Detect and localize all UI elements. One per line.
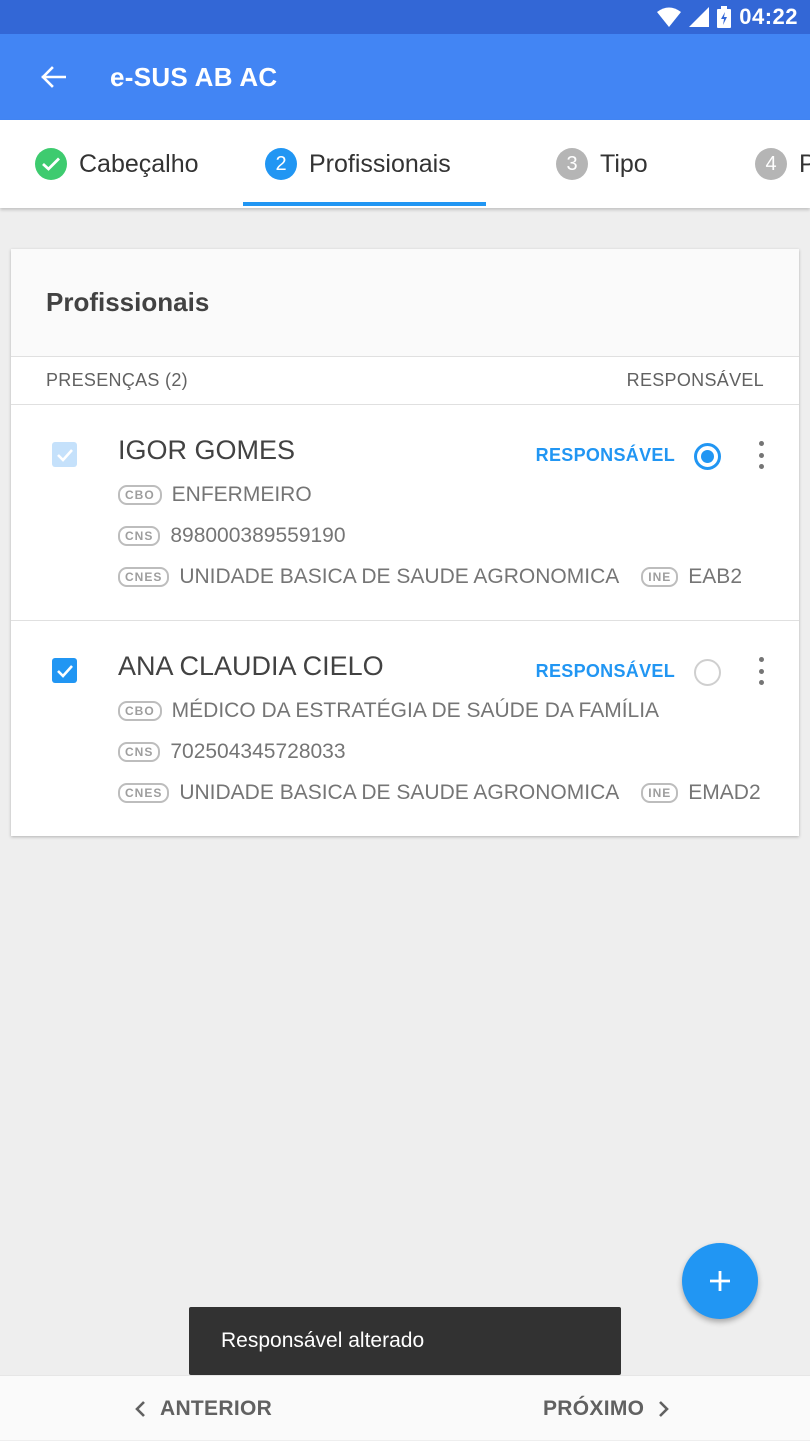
responsavel-label[interactable]: RESPONSÁVEL bbox=[536, 661, 675, 682]
check-circle-icon bbox=[35, 148, 67, 180]
add-professional-button[interactable] bbox=[682, 1243, 758, 1319]
chevron-left-icon bbox=[135, 1400, 145, 1417]
cns-value: 702504345728033 bbox=[170, 740, 346, 763]
status-bar: 04:22 bbox=[0, 0, 810, 34]
battery-charging-icon bbox=[717, 6, 732, 28]
cbo-tag: CBO bbox=[118, 701, 162, 721]
next-button[interactable]: PRÓXIMO bbox=[543, 1376, 670, 1441]
cnes-line: CNES UNIDADE BASICA DE SAUDE AGRONOMICA … bbox=[118, 565, 742, 589]
bottom-navigation: ANTERIOR PRÓXIMO bbox=[0, 1375, 810, 1440]
card-title: Profissionais bbox=[11, 249, 799, 357]
app-bar: e-SUS AB AC bbox=[0, 34, 810, 120]
cns-tag: CNS bbox=[118, 526, 161, 546]
cbo-line: CBO MÉDICO DA ESTRATÉGIA DE SAÚDE DA FAM… bbox=[118, 699, 659, 723]
back-button[interactable] bbox=[0, 34, 110, 120]
more-vert-icon[interactable] bbox=[757, 657, 765, 685]
step-4[interactable]: 4 P bbox=[755, 120, 810, 208]
check-icon bbox=[56, 664, 73, 678]
cnes-tag: CNES bbox=[118, 783, 170, 803]
active-step-indicator bbox=[243, 202, 486, 206]
chevron-right-icon bbox=[659, 1400, 670, 1417]
cbo-tag: CBO bbox=[118, 485, 162, 505]
ine-tag: INE bbox=[641, 567, 679, 587]
professional-name: ANA CLAUDIA CIELO bbox=[118, 651, 384, 681]
snackbar-message: Responsável alterado bbox=[221, 1329, 425, 1352]
cbo-line: CBO ENFERMEIRO bbox=[118, 483, 312, 507]
cns-value: 898000389559190 bbox=[170, 524, 346, 547]
column-header: PRESENÇAS (2) RESPONSÁVEL bbox=[11, 357, 799, 405]
cns-line: CNS 898000389559190 bbox=[118, 524, 346, 548]
cbo-value: MÉDICO DA ESTRATÉGIA DE SAÚDE DA FAMÍLIA bbox=[171, 699, 660, 722]
responsavel-radio[interactable] bbox=[694, 659, 721, 686]
cns-tag: CNS bbox=[118, 742, 161, 762]
step-label: Cabeçalho bbox=[79, 149, 199, 178]
profissionais-card: Profissionais PRESENÇAS (2) RESPONSÁVEL … bbox=[11, 249, 799, 836]
cnes-value: UNIDADE BASICA DE SAUDE AGRONOMICA bbox=[179, 781, 620, 804]
cns-line: CNS 702504345728033 bbox=[118, 740, 346, 764]
previous-button[interactable]: ANTERIOR bbox=[134, 1376, 272, 1441]
professional-row: IGOR GOMES RESPONSÁVEL CBO ENFERMEIRO CN… bbox=[11, 405, 799, 620]
cnes-line: CNES UNIDADE BASICA DE SAUDE AGRONOMICA … bbox=[118, 781, 761, 805]
cnes-value: UNIDADE BASICA DE SAUDE AGRONOMICA bbox=[179, 565, 620, 588]
step-number: 3 bbox=[556, 148, 588, 180]
step-cabecalho[interactable]: Cabeçalho bbox=[35, 120, 199, 208]
responsavel-radio[interactable] bbox=[694, 443, 721, 470]
step-label: Tipo bbox=[600, 149, 648, 178]
check-icon bbox=[56, 448, 73, 462]
professional-row: ANA CLAUDIA CIELO RESPONSÁVEL CBO MÉDICO… bbox=[11, 620, 799, 835]
app-title: e-SUS AB AC bbox=[110, 61, 278, 92]
step-tipo[interactable]: 3 Tipo bbox=[556, 120, 648, 208]
presencas-label: PRESENÇAS (2) bbox=[46, 370, 188, 390]
cnes-tag: CNES bbox=[118, 567, 170, 587]
ine-value: EAB2 bbox=[688, 565, 742, 588]
presence-checkbox[interactable] bbox=[52, 658, 77, 683]
previous-label: ANTERIOR bbox=[160, 1396, 273, 1420]
cbo-value: ENFERMEIRO bbox=[171, 483, 312, 506]
presence-checkbox[interactable] bbox=[52, 442, 77, 467]
arrow-back-icon bbox=[41, 66, 66, 88]
step-number: 2 bbox=[265, 148, 297, 180]
responsavel-label[interactable]: RESPONSÁVEL bbox=[536, 445, 675, 466]
plus-icon bbox=[710, 1271, 730, 1291]
stepper: Cabeçalho 2 Profissionais 3 Tipo 4 P bbox=[0, 120, 810, 208]
snackbar: Responsável alterado bbox=[189, 1307, 621, 1375]
more-vert-icon[interactable] bbox=[757, 441, 765, 469]
step-label: Profissionais bbox=[309, 149, 451, 178]
professional-name: IGOR GOMES bbox=[118, 435, 296, 465]
signal-icon bbox=[689, 7, 710, 27]
status-time: 04:22 bbox=[739, 4, 798, 29]
step-profissionais[interactable]: 2 Profissionais bbox=[265, 120, 451, 208]
ine-value: EMAD2 bbox=[688, 781, 761, 804]
step-label: P bbox=[799, 149, 810, 178]
responsavel-header: RESPONSÁVEL bbox=[626, 370, 764, 390]
ine-tag: INE bbox=[641, 783, 679, 803]
next-label: PRÓXIMO bbox=[543, 1396, 645, 1420]
wifi-icon bbox=[657, 7, 682, 27]
step-number: 4 bbox=[755, 148, 787, 180]
